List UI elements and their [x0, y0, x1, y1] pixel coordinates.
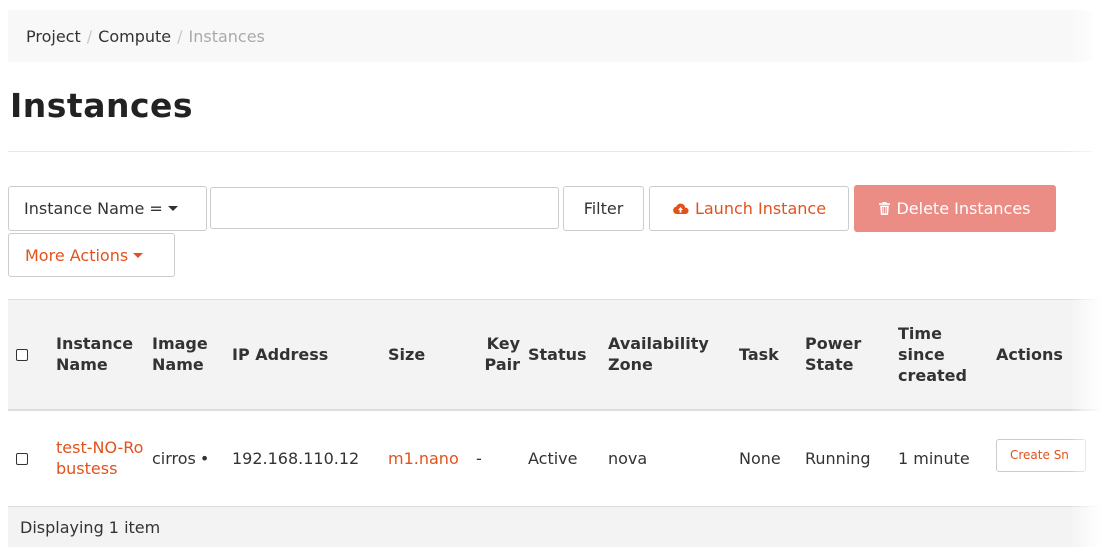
instances-table-container: Instance Name Image Name IP Address Size…	[8, 299, 1109, 559]
ip-address-cell: 192.168.110.12	[228, 409, 384, 507]
select-all-checkbox[interactable]	[16, 349, 28, 362]
ip-bullet: •	[199, 448, 210, 468]
title-divider	[8, 151, 1093, 152]
table-footer-count: Displaying 1 item	[8, 506, 1109, 547]
breadcrumb-current: Instances	[188, 26, 265, 46]
column-header-instance-name[interactable]: Instance Name	[52, 299, 148, 411]
table-header-row: Instance Name Image Name IP Address Size…	[8, 299, 1109, 411]
column-header-status[interactable]: Status	[524, 299, 604, 411]
row-checkbox[interactable]	[16, 453, 28, 466]
select-all-cell	[8, 299, 52, 411]
breadcrumb-project[interactable]: Project	[26, 27, 81, 46]
caret-down-icon	[167, 206, 178, 211]
more-actions-label: More Actions	[25, 245, 129, 265]
availability-zone-cell: nova	[604, 409, 735, 507]
key-pair-cell: -	[472, 409, 524, 507]
table-footer-row: Displaying 1 item	[8, 506, 1109, 547]
delete-instances-button[interactable]: Delete Instances	[854, 185, 1056, 232]
launch-instance-label: Launch Instance	[694, 199, 827, 218]
column-header-size[interactable]: Size	[384, 299, 472, 411]
delete-instances-label: Delete Instances	[896, 199, 1031, 218]
trash-icon	[879, 202, 891, 215]
filter-input[interactable]	[210, 187, 559, 229]
page-title: Instances	[10, 86, 194, 125]
column-header-key-pair[interactable]: Key Pair	[472, 299, 524, 411]
breadcrumb-compute[interactable]: Compute	[98, 27, 171, 46]
column-header-task[interactable]: Task	[735, 299, 801, 411]
filter-button[interactable]: Filter	[563, 186, 644, 231]
create-snapshot-button[interactable]: Create Sn	[996, 439, 1086, 473]
column-header-availability-zone[interactable]: Availability Zone	[604, 299, 735, 411]
filter-field-dropdown[interactable]: Instance Name =	[8, 186, 207, 231]
column-header-ip-address[interactable]: IP Address	[228, 299, 384, 411]
table-row: test-NO-Robustess cirros • 192.168.110.12…	[8, 409, 1109, 507]
power-state-cell: Running	[801, 409, 894, 507]
breadcrumb-separator: /	[86, 26, 93, 46]
breadcrumb-separator: /	[177, 26, 183, 46]
size-link[interactable]: m1.nano	[384, 409, 472, 507]
row-select-cell	[8, 409, 52, 507]
instance-name-link[interactable]: test-NO-Robustess	[52, 409, 148, 507]
launch-instance-button[interactable]: Launch Instance	[649, 186, 849, 231]
column-header-image-name[interactable]: Image Name	[148, 299, 228, 411]
status-cell: Active	[524, 409, 604, 507]
cloud-upload-icon	[672, 202, 689, 215]
column-header-power-state[interactable]: Power State	[801, 299, 894, 411]
time-since-created-cell: 1 minute	[894, 409, 992, 507]
column-header-actions: Actions	[992, 299, 1109, 411]
breadcrumb: Project / Compute / Instances	[8, 10, 1093, 62]
filter-button-label: Filter	[583, 199, 624, 218]
image-name-cell: cirros •	[148, 409, 228, 507]
image-name: cirros	[152, 448, 196, 468]
more-actions-button[interactable]: More Actions	[8, 233, 175, 277]
column-header-time-since-created[interactable]: Time since created	[894, 299, 992, 411]
task-cell: None	[735, 409, 801, 507]
filter-field-label: Instance Name =	[24, 199, 163, 218]
instances-table: Instance Name Image Name IP Address Size…	[8, 299, 1109, 547]
caret-down-icon	[133, 252, 144, 258]
actions-cell: Create Sn	[992, 409, 1109, 507]
